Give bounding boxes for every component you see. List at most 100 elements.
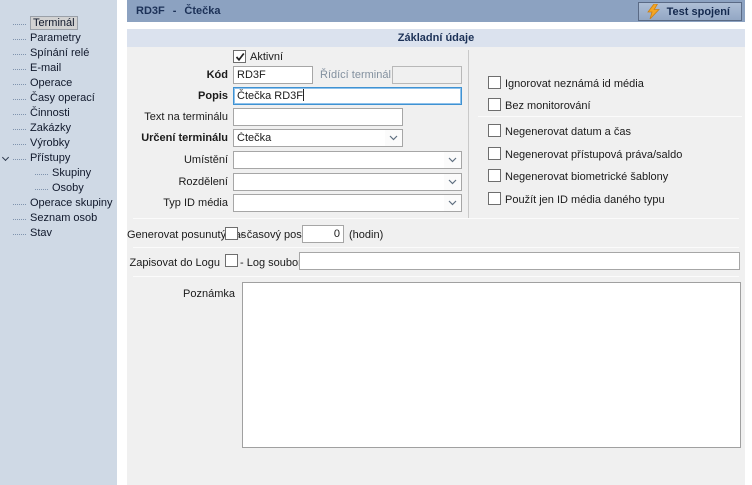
section-header: Základní údaje [127, 29, 745, 47]
chevron-down-icon[interactable] [444, 195, 461, 211]
master-terminal-input [392, 66, 462, 84]
tree-branch-line [13, 219, 26, 220]
section-divider [133, 247, 739, 248]
terminal-purpose-select[interactable]: Čtečka [233, 129, 403, 147]
sidebar-item-vyrobky[interactable]: Výrobky [0, 136, 117, 151]
description-input[interactable]: Čtečka RD3F [233, 87, 462, 105]
tree-branch-line [35, 189, 48, 190]
sidebar-item-spinani-rele[interactable]: Spínání relé [0, 46, 117, 61]
sidebar-item-label: Seznam osob [30, 212, 97, 224]
sidebar-item-label: Skupiny [52, 167, 91, 179]
sidebar-item-label: Operace [30, 77, 72, 89]
sidebar-item-pristupy[interactable]: Přístupy [0, 151, 117, 166]
sidebar-item-label: Zakázky [30, 122, 71, 134]
terminal-purpose-value: Čtečka [234, 132, 385, 144]
sidebar-item-label: Činnosti [30, 107, 70, 119]
division-label: Rozdělení [127, 176, 228, 188]
no-generate-biometric-label: Negenerovat biometrické šablony [505, 171, 668, 183]
active-label: Aktivní [250, 51, 283, 63]
options-divider [478, 116, 742, 117]
sidebar-item-stav[interactable]: Stav [0, 226, 117, 241]
chevron-down-icon[interactable] [444, 174, 461, 190]
code-input[interactable] [233, 66, 313, 84]
sidebar-item-terminal[interactable]: Terminál [0, 16, 117, 31]
section-title: Základní údaje [398, 32, 474, 44]
lightning-icon [647, 4, 660, 19]
sidebar-item-casy-operaci[interactable]: Časy operací [0, 91, 117, 106]
sidebar-item-label: E-mail [30, 62, 61, 74]
description-label: Popis [127, 90, 228, 102]
title-separator: - [173, 5, 177, 17]
no-generate-access-rights-label: Negenerovat přístupová práva/saldo [505, 149, 682, 161]
sidebar-item-label: Operace skupiny [30, 197, 113, 209]
tree-branch-line [13, 69, 26, 70]
section-divider [133, 276, 739, 277]
terminal-text-input[interactable] [233, 108, 403, 126]
sidebar-item-zakazky[interactable]: Zakázky [0, 121, 117, 136]
test-connection-label: Test spojení [667, 6, 730, 18]
time-shift-checkbox[interactable] [225, 227, 238, 240]
use-only-media-type-label: Použít jen ID média daného typu [505, 194, 665, 206]
tree-branch-line [13, 84, 26, 85]
log-write-checkbox[interactable] [225, 254, 238, 267]
tree-branch-line [35, 174, 48, 175]
tree-branch-line [13, 129, 26, 130]
sidebar-nav: Terminál Parametry Spínání relé E-mail O… [0, 0, 117, 485]
location-select[interactable] [233, 151, 462, 169]
note-textarea[interactable] [242, 282, 741, 448]
tree-branch-line [13, 54, 26, 55]
sidebar-item-cinnosti[interactable]: Činnosti [0, 106, 117, 121]
terminal-text-label: Text na terminálu [127, 111, 228, 123]
no-generate-access-rights-checkbox[interactable] [488, 147, 501, 160]
use-only-media-type-checkbox[interactable] [488, 192, 501, 205]
terminal-purpose-label: Určení terminálu [127, 132, 228, 144]
log-write-label: Zapisovat do Logu [127, 257, 220, 269]
sidebar-item-label: Přístupy [30, 152, 70, 164]
section-divider [133, 218, 739, 219]
note-label: Poznámka [127, 288, 235, 300]
sidebar-item-label: Časy operací [30, 92, 95, 104]
terminal-code: RD3F [136, 5, 165, 17]
terminal-name: Čtečka [184, 5, 220, 17]
sidebar-item-osoby[interactable]: Osoby [0, 181, 117, 196]
sidebar-item-label: Výrobky [30, 137, 70, 149]
no-monitoring-checkbox[interactable] [488, 98, 501, 111]
active-checkbox[interactable] [233, 50, 246, 63]
chevron-down-icon[interactable] [385, 130, 402, 146]
no-generate-biometric-checkbox[interactable] [488, 169, 501, 182]
main-panel: RD3F-Čtečka Test spojení Základní údaje … [127, 0, 745, 485]
ignore-unknown-media-label: Ignorovat neznámá id média [505, 78, 644, 90]
tree-branch-line [13, 24, 26, 25]
test-connection-button[interactable]: Test spojení [638, 2, 742, 21]
tree-expand-icon[interactable] [2, 154, 9, 161]
master-terminal-label: Řídící terminál [320, 69, 391, 81]
sidebar-item-seznam-osob[interactable]: Seznam osob [0, 211, 117, 226]
sidebar-item-operace-skupiny[interactable]: Operace skupiny [0, 196, 117, 211]
no-generate-datetime-checkbox[interactable] [488, 124, 501, 137]
no-generate-datetime-label: Negenerovat datum a čas [505, 126, 631, 138]
time-shift-label: Generovat posunutý čas [127, 229, 220, 241]
chevron-down-icon[interactable] [444, 152, 461, 168]
location-label: Umístění [127, 154, 228, 166]
sidebar-item-email[interactable]: E-mail [0, 61, 117, 76]
time-shift-input[interactable] [302, 225, 344, 243]
media-type-select[interactable] [233, 194, 462, 212]
sidebar-item-label: Osoby [52, 182, 84, 194]
sidebar-item-label: Terminál [30, 16, 78, 30]
ignore-unknown-media-checkbox[interactable] [488, 76, 501, 89]
log-file-input[interactable] [299, 252, 740, 270]
media-type-label: Typ ID média [127, 197, 228, 209]
sidebar-item-label: Stav [30, 227, 52, 239]
tree-branch-line [13, 99, 26, 100]
sidebar-item-parametry[interactable]: Parametry [0, 31, 117, 46]
tree-branch-line [13, 234, 26, 235]
description-value: Čtečka RD3F [237, 90, 303, 102]
sidebar-item-skupiny[interactable]: Skupiny [0, 166, 117, 181]
code-label: Kód [127, 69, 228, 81]
division-select[interactable] [233, 173, 462, 191]
tree-branch-line [13, 159, 26, 160]
log-file-field-label: - Log soubor [240, 257, 302, 269]
time-shift-unit: (hodin) [349, 229, 383, 241]
sidebar-item-operace[interactable]: Operace [0, 76, 117, 91]
tree-branch-line [13, 144, 26, 145]
